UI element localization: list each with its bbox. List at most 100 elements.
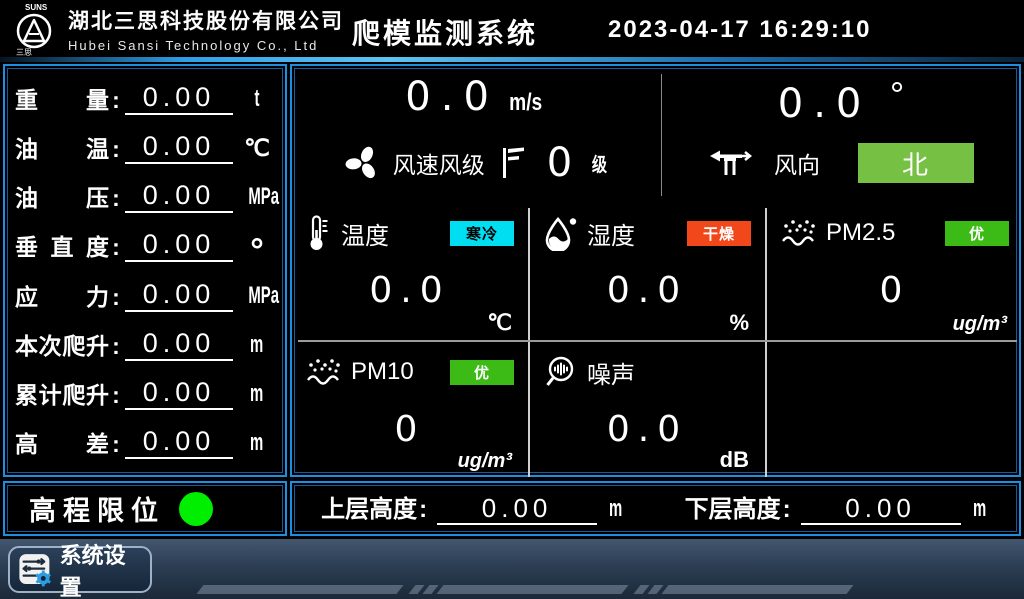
footer-stripe xyxy=(661,585,853,594)
metric-label: 油压 xyxy=(15,183,109,213)
company-name-block: 湖北三思科技股份有限公司 Hubei Sansi Technology Co.,… xyxy=(68,5,344,53)
wind-speed-value: 0.0 xyxy=(405,74,499,120)
wind-direction-value: 0.0 xyxy=(778,81,872,127)
metric-row-total-climb: 累计爬升: 0.00 m xyxy=(15,377,275,410)
metric-colon: : xyxy=(109,380,123,410)
lower-height-label: 下层高度 xyxy=(685,495,781,525)
metric-row-oil-pressure: 油压: 0.00 MPa xyxy=(15,180,275,213)
metric-unit: ℃ xyxy=(239,132,275,164)
metric-label: 垂直度 xyxy=(15,232,109,262)
elevation-limit-panel: 高程限位 xyxy=(3,481,287,536)
wind-speed-unit: m/s xyxy=(509,89,542,117)
lower-height-value: 0.00 xyxy=(801,493,961,525)
pm25-cell: PM2.5 优 0 ug/m³ xyxy=(767,204,1023,340)
humidity-cell: 湿度 干燥 0.0 % xyxy=(530,204,765,340)
wind-direction-section: 0.0 ° 风向 北 xyxy=(663,66,1019,202)
header-bar: SUNS 三思 湖北三思科技股份有限公司 Hubei Sansi Technol… xyxy=(0,0,1024,57)
metric-value: 0.00 xyxy=(125,328,233,361)
noise-icon xyxy=(544,355,578,389)
metric-value: 0.00 xyxy=(125,377,233,410)
pm10-status-badge: 优 xyxy=(450,360,514,385)
metric-value: 0.00 xyxy=(125,82,233,115)
metric-value: 0.00 xyxy=(125,426,233,459)
upper-height-unit: m xyxy=(609,493,622,525)
pm10-value: 0 xyxy=(306,409,514,450)
settings-sliders-gear-icon xyxy=(18,551,53,589)
metric-row-oil-temp: 油温: 0.00 ℃ xyxy=(15,131,275,164)
environment-panel: 0.0 m/s 风速风级 0 级 xyxy=(290,64,1021,477)
hydraulic-metrics-panel: 重量: 0.00 t 油温: 0.00 ℃ 油压: 0.00 MPa 垂直度: … xyxy=(3,64,287,477)
metric-value: 0.00 xyxy=(125,279,233,312)
temperature-unit: ℃ xyxy=(487,310,512,336)
svg-text:三思: 三思 xyxy=(16,48,32,57)
metric-label: 重量 xyxy=(15,85,109,115)
humidity-value: 0.0 xyxy=(544,270,751,311)
pm25-label: PM2.5 xyxy=(826,219,895,247)
metric-unit: m xyxy=(239,328,275,361)
climbing-formwork-monitor-screen: SUNS 三思 湖北三思科技股份有限公司 Hubei Sansi Technol… xyxy=(0,0,1024,599)
metric-row-weight: 重量: 0.00 t xyxy=(15,82,275,115)
metric-row-current-climb: 本次爬升: 0.00 m xyxy=(15,328,275,361)
page-title: 爬模监测系统 xyxy=(352,12,538,52)
pm25-value: 0 xyxy=(781,270,1009,311)
metric-value: 0.00 xyxy=(125,180,233,213)
wind-vane-icon xyxy=(708,144,754,182)
footer-stripe xyxy=(196,585,403,594)
pm10-cell: PM10 优 0 ug/m³ xyxy=(292,343,528,477)
metric-row-height-diff: 高差: 0.00 m xyxy=(15,426,275,459)
wind-speed-label: 风速风级 xyxy=(393,146,485,180)
metric-value: 0.00 xyxy=(125,229,233,262)
footer-stripe xyxy=(436,585,628,594)
wind-direction-label: 风向 xyxy=(774,146,820,180)
metric-colon: : xyxy=(109,134,123,164)
temperature-label: 温度 xyxy=(341,216,389,251)
datetime-display: 2023-04-17 16:29:10 xyxy=(608,16,872,44)
pm25-status-badge: 优 xyxy=(945,221,1009,246)
pm10-unit: ug/m³ xyxy=(458,450,512,473)
temperature-status-badge: 寒冷 xyxy=(450,221,514,246)
metric-colon: : xyxy=(109,331,123,361)
noise-unit: dB xyxy=(720,447,749,473)
metric-unit: m xyxy=(239,426,275,459)
wind-direction-value-line: 0.0 ° xyxy=(663,74,1019,126)
sansi-logo-icon: SUNS 三思 xyxy=(8,1,64,57)
metric-colon: : xyxy=(109,282,123,312)
fan-icon xyxy=(343,143,383,183)
metric-colon: : xyxy=(109,183,123,213)
droplet-icon xyxy=(544,215,578,251)
humidity-label: 湿度 xyxy=(587,216,635,251)
metric-colon: : xyxy=(109,85,123,115)
pm25-unit: ug/m³ xyxy=(953,313,1007,336)
dust-icon xyxy=(306,356,342,388)
company-name-en: Hubei Sansi Technology Co., Ltd xyxy=(68,38,344,53)
lower-height-colon: : xyxy=(783,495,791,525)
pm10-label: PM10 xyxy=(351,358,414,386)
wind-direction-unit: ° xyxy=(890,74,904,115)
layer-heights-panel: 上层高度: 0.00 m 下层高度: 0.00 m xyxy=(290,481,1021,536)
temperature-cell: 温度 寒冷 0.0 ℃ xyxy=(292,204,528,340)
metric-unit: m xyxy=(239,377,275,410)
elevation-limit-label: 高程限位 xyxy=(29,489,165,528)
noise-cell: 噪声 0.0 dB xyxy=(530,343,765,477)
wind-level-flag-icon xyxy=(499,145,525,181)
metric-row-stress: 应力: 0.00 MPa xyxy=(15,279,275,312)
wind-level-line: 风速风级 0 级 xyxy=(292,132,660,194)
metric-unit: ° xyxy=(239,240,275,262)
svg-text:SUNS: SUNS xyxy=(25,3,48,12)
metric-label: 油温 xyxy=(15,134,109,164)
upper-height-colon: : xyxy=(419,495,427,525)
metric-unit: t xyxy=(239,82,275,115)
metric-label: 高差 xyxy=(15,429,109,459)
wind-direction-line: 风向 北 xyxy=(663,132,1019,194)
upper-height-value: 0.00 xyxy=(437,493,597,525)
system-settings-button[interactable]: 系统设置 xyxy=(8,546,152,593)
lower-height-group: 下层高度: 0.00 m xyxy=(685,493,990,525)
wind-level-value: 0 xyxy=(547,140,572,186)
metric-row-verticality: 垂直度: 0.00 ° xyxy=(15,229,275,262)
metric-label: 应力 xyxy=(15,282,109,312)
temperature-value: 0.0 xyxy=(306,270,514,311)
upper-height-label: 上层高度 xyxy=(321,495,417,525)
footer-bar: 系统设置 xyxy=(0,539,1024,599)
metric-label: 累计爬升 xyxy=(15,380,109,410)
metric-colon: : xyxy=(109,429,123,459)
